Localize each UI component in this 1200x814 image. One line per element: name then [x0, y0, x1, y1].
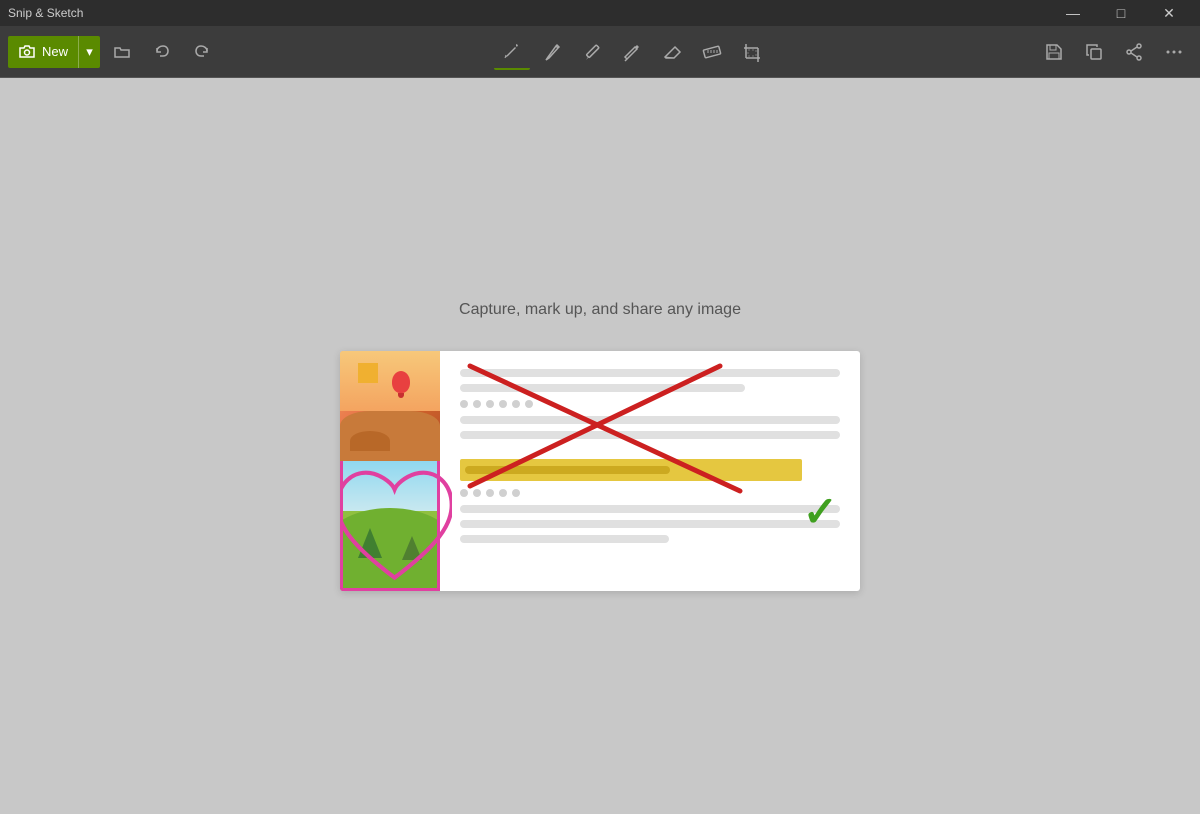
content-line5	[460, 505, 840, 513]
ballpoint-button[interactable]	[534, 34, 570, 70]
drawing-tools	[232, 34, 1032, 70]
illus-tree	[358, 528, 382, 558]
ballpoint-icon	[541, 41, 563, 63]
illus-image1	[340, 351, 440, 461]
main-canvas: Capture, mark up, and share any image	[0, 78, 1200, 814]
eraser-button[interactable]	[654, 34, 690, 70]
eraser-icon	[661, 41, 683, 63]
save-icon	[1044, 42, 1064, 62]
minimize-button[interactable]: —	[1050, 0, 1096, 26]
ruler-icon	[701, 41, 723, 63]
save-button[interactable]	[1036, 34, 1072, 70]
dot6	[525, 400, 533, 408]
highlight-text	[465, 466, 670, 474]
dots-row1	[460, 399, 840, 409]
share-icon	[1124, 42, 1144, 62]
crop-icon	[741, 41, 763, 63]
copy-button[interactable]	[1076, 34, 1112, 70]
content-line7	[460, 535, 669, 543]
dot10	[499, 489, 507, 497]
content-line4	[460, 431, 840, 439]
share-button[interactable]	[1116, 34, 1152, 70]
illus-hill	[340, 508, 440, 588]
content-line1	[460, 369, 840, 377]
dot2	[473, 400, 481, 408]
toolbar-right	[1036, 34, 1192, 70]
dots-row2	[460, 488, 840, 498]
redo-icon	[193, 43, 211, 61]
highlighter-button[interactable]	[614, 34, 650, 70]
highlighter-icon	[621, 41, 643, 63]
more-button[interactable]	[1156, 34, 1192, 70]
ruler-button[interactable]	[694, 34, 730, 70]
illus-tree2	[402, 536, 422, 560]
window-controls: — □ ✕	[1050, 0, 1192, 26]
illus-dune	[350, 431, 390, 451]
illus-right-panel	[440, 351, 860, 591]
green-checkmark: ✓	[803, 491, 838, 533]
placeholder-text: Capture, mark up, and share any image	[459, 301, 741, 319]
illus-balloon	[392, 371, 410, 393]
new-label: New	[42, 44, 68, 59]
dot1	[460, 400, 468, 408]
dot8	[473, 489, 481, 497]
illus-sky2	[343, 461, 437, 511]
illus-sky	[340, 351, 440, 411]
undo-button[interactable]	[144, 34, 180, 70]
content-line2	[460, 384, 745, 392]
dot7	[460, 489, 468, 497]
toolbar: New ▾	[0, 26, 1200, 78]
dot11	[512, 489, 520, 497]
redo-button[interactable]	[184, 34, 220, 70]
title-bar: Snip & Sketch — □ ✕	[0, 0, 1200, 26]
pencil-icon	[581, 41, 603, 63]
more-icon	[1164, 42, 1184, 62]
arrow-icon: ▾	[86, 44, 93, 60]
close-button[interactable]: ✕	[1146, 0, 1192, 26]
touch-write-button[interactable]	[494, 34, 530, 70]
crop-button[interactable]	[734, 34, 770, 70]
illus-image2	[340, 461, 440, 591]
illus-sun	[358, 363, 378, 383]
open-button[interactable]	[104, 34, 140, 70]
dot4	[499, 400, 507, 408]
illus-left-panel	[340, 351, 440, 591]
highlight-row	[460, 459, 802, 481]
toolbar-left: New ▾	[8, 34, 220, 70]
dot5	[512, 400, 520, 408]
spacer	[460, 446, 840, 452]
maximize-button[interactable]: □	[1098, 0, 1144, 26]
undo-icon	[153, 43, 171, 61]
illustration: ✓	[340, 351, 860, 591]
new-button[interactable]: New ▾	[8, 36, 100, 68]
content-line6	[460, 520, 840, 528]
open-icon	[113, 43, 131, 61]
content-line3	[460, 416, 840, 424]
touch-write-icon	[501, 40, 523, 62]
dot3	[486, 400, 494, 408]
dot9	[486, 489, 494, 497]
app-title: Snip & Sketch	[8, 6, 83, 20]
new-snip-icon	[18, 43, 36, 61]
pencil-button[interactable]	[574, 34, 610, 70]
new-dropdown-arrow[interactable]: ▾	[78, 36, 100, 68]
copy-icon	[1084, 42, 1104, 62]
